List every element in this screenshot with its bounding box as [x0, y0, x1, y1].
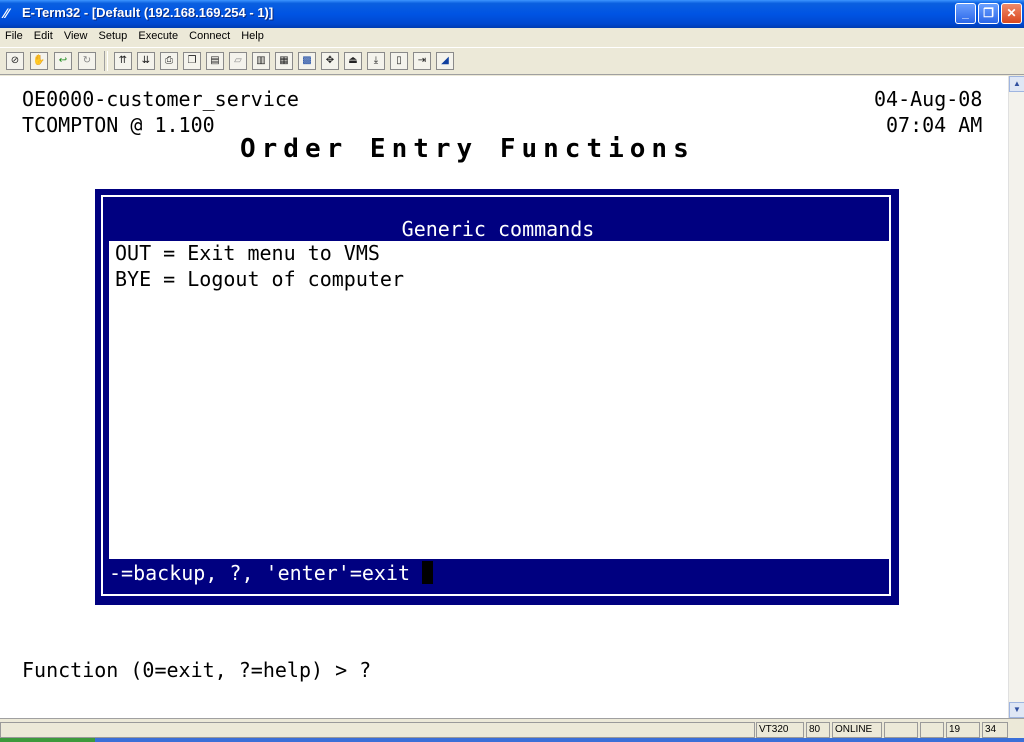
menu-heading: Generic commands [401, 217, 595, 241]
start-button[interactable] [0, 738, 95, 742]
menu-edit[interactable]: Edit [34, 28, 53, 45]
status-col: 34 [982, 722, 1008, 738]
status-row: 19 [946, 722, 980, 738]
disconnect-icon[interactable]: ⊘ [6, 52, 24, 70]
menu-setup[interactable]: Setup [99, 28, 128, 45]
program-name: OE0000-customer_service [22, 87, 299, 111]
menu-help[interactable]: Help [241, 28, 264, 45]
scroll-up-icon[interactable]: ▲ [1009, 76, 1024, 92]
menu-bar: File Edit View Setup Execute Connect Hel… [0, 28, 1024, 46]
scroll-down-icon[interactable]: ▼ [1009, 702, 1024, 718]
keypad-icon[interactable]: ▩ [298, 52, 316, 70]
terminal-screen[interactable]: OE0000-customer_service 04-Aug-08 TCOMPT… [0, 76, 1008, 718]
taskbar-strip [0, 738, 1024, 742]
status-blank-1 [884, 722, 918, 738]
menu-item-out[interactable]: OUT = Exit menu to VMS [115, 241, 380, 265]
send-icon[interactable]: ⇈ [114, 52, 132, 70]
print-icon[interactable]: ⎙ [160, 52, 178, 70]
script-icon[interactable]: ◢ [436, 52, 454, 70]
transfer-down-icon[interactable]: ⤓ [367, 52, 385, 70]
date-display: 04-Aug-08 [874, 87, 983, 111]
menu-view[interactable]: View [64, 28, 88, 45]
clear-icon[interactable]: ▱ [229, 52, 247, 70]
menu-file[interactable]: File [5, 28, 23, 45]
command-menu: Generic commands OUT = Exit menu to VMS … [95, 189, 899, 605]
status-columns: 80 [806, 722, 830, 738]
close-button[interactable]: ✕ [1001, 3, 1022, 24]
receive-icon[interactable]: ⇊ [137, 52, 155, 70]
menu-item-bye[interactable]: BYE = Logout of computer [115, 267, 404, 291]
vertical-scrollbar[interactable]: ▲ ▼ [1008, 76, 1024, 718]
file-icon[interactable]: ▯ [390, 52, 408, 70]
text-cursor [422, 561, 433, 584]
copy-icon[interactable]: ❐ [183, 52, 201, 70]
menu-footer-hint: -=backup, ?, 'enter'=exit [109, 561, 411, 585]
app-icon: ⁄⁄ [4, 5, 9, 21]
time-display: 07:04 AM [886, 113, 983, 137]
menu-list: OUT = Exit menu to VMS BYE = Logout of c… [109, 241, 889, 559]
hand-icon[interactable]: ✋ [30, 52, 48, 70]
status-message [0, 722, 755, 738]
reconnect-icon[interactable]: ↻ [78, 52, 96, 70]
connect-icon[interactable]: ↩ [54, 52, 72, 70]
log-icon[interactable]: ▦ [275, 52, 293, 70]
toolbar-separator [104, 51, 108, 71]
window-title: E-Term32 - [Default (192.168.169.254 - 1… [22, 5, 274, 20]
minimize-button[interactable]: _ [955, 3, 976, 24]
command-menu-frame: Generic commands OUT = Exit menu to VMS … [101, 195, 891, 596]
settings-icon[interactable]: ✥ [321, 52, 339, 70]
capture-icon[interactable]: ▥ [252, 52, 270, 70]
title-bar: ⁄⁄ E-Term32 - [Default (192.168.169.254 … [0, 0, 1024, 28]
exit-icon[interactable]: ⇥ [413, 52, 431, 70]
toolbar: ⊘ ✋ ↩ ↻ ⇈ ⇊ ⎙ ❐ ▤ ▱ ▥ ▦ ▩ ✥ ⏏ ⤓ ▯ ⇥ ◢ [0, 47, 1024, 75]
status-online: ONLINE [832, 722, 882, 738]
screen-title: Order Entry Functions [240, 134, 695, 164]
menu-execute[interactable]: Execute [138, 28, 178, 45]
status-emulation: VT320 [756, 722, 804, 738]
paste-icon[interactable]: ▤ [206, 52, 224, 70]
menu-footer: -=backup, ?, 'enter'=exit [109, 559, 889, 587]
user-info: TCOMPTON @ 1.100 [22, 113, 215, 137]
status-blank-2 [920, 722, 944, 738]
maximize-button[interactable]: ❐ [978, 3, 999, 24]
transfer-up-icon[interactable]: ⏏ [344, 52, 362, 70]
menu-connect[interactable]: Connect [189, 28, 230, 45]
command-prompt[interactable]: Function (0=exit, ?=help) > ? [22, 657, 371, 683]
